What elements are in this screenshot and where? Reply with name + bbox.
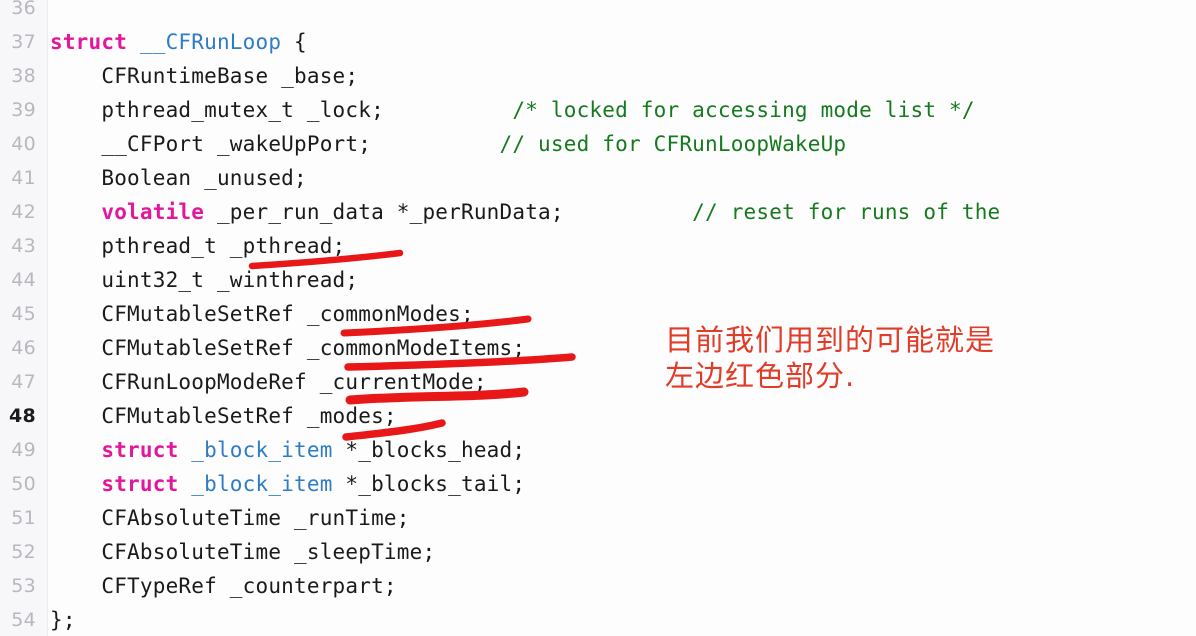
line-number: 44: [11, 269, 36, 291]
note-line: 目前我们用到的可能就是: [665, 323, 996, 357]
code-line-text: CFMutableSetRef _commonModes;: [50, 297, 474, 331]
code-line[interactable]: 38 CFRuntimeBase _base;: [0, 59, 1196, 93]
code-line-text: struct _block_item *_blocks_tail;: [50, 467, 525, 501]
code-line-text: __CFPort _wakeUpPort; // used for CFRunL…: [50, 127, 846, 161]
code-line[interactable]: 53 CFTypeRef _counterpart;: [0, 569, 1196, 603]
line-number: 54: [11, 609, 36, 631]
line-number: 50: [11, 473, 36, 495]
code-token-plain: __CFPort _wakeUpPort;: [50, 132, 500, 156]
code-token-plain: CFMutableSetRef _commonModeItems;: [50, 336, 526, 360]
code-line[interactable]: 39 pthread_mutex_t _lock; /* locked for …: [0, 93, 1196, 127]
code-line-text: pthread_mutex_t _lock; /* locked for acc…: [50, 93, 975, 127]
line-number: 45: [11, 303, 36, 325]
code-line[interactable]: 51 CFAbsoluteTime _runTime;: [0, 501, 1196, 535]
code-token-kw: struct: [50, 30, 128, 54]
code-token-comment: // reset for runs of the: [692, 200, 1001, 224]
code-line[interactable]: 45 CFMutableSetRef _commonModes;: [0, 297, 1196, 331]
code-token-plain: };: [50, 608, 76, 632]
code-line-text: CFMutableSetRef _modes;: [50, 399, 397, 433]
line-number: 36: [11, 0, 36, 19]
code-token-comment: /* locked for accessing mode list */: [512, 98, 975, 122]
code-line-text: struct __CFRunLoop {: [50, 25, 307, 59]
code-line-text: CFTypeRef _counterpart;: [50, 569, 397, 603]
line-number: 48: [8, 405, 36, 427]
line-number: 38: [11, 65, 36, 87]
code-line[interactable]: 44 uint32_t _winthread;: [0, 263, 1196, 297]
code-token-kw: struct: [101, 472, 179, 496]
code-line-text: volatile _per_run_data *_perRunData; // …: [50, 195, 1000, 229]
code-line-text: };: [50, 603, 76, 636]
code-token-plain: {: [281, 30, 307, 54]
line-number: 46: [11, 337, 36, 359]
line-number: 51: [11, 507, 36, 529]
code-token-type: _block_item: [191, 472, 333, 496]
code-surface[interactable]: 36 37 struct __CFRunLoop {38 CFRuntimeBase…: [0, 0, 1196, 636]
code-token-kw: volatile: [101, 200, 205, 224]
line-number: 37: [11, 31, 36, 53]
code-token-plain: CFMutableSetRef _modes;: [50, 404, 397, 428]
code-line[interactable]: 46 CFMutableSetRef _commonModeItems;: [0, 331, 1196, 365]
code-token-plain: _per_run_data *_perRunData;: [204, 200, 693, 224]
code-token-plain: uint32_t _winthread;: [50, 268, 359, 292]
code-token-plain: CFRuntimeBase _base;: [50, 64, 359, 88]
code-line[interactable]: 47 CFRunLoopModeRef _currentMode;: [0, 365, 1196, 399]
code-token-plain: CFRunLoopModeRef _currentMode;: [50, 370, 487, 394]
code-line[interactable]: 50 struct _block_item *_blocks_tail;: [0, 467, 1196, 501]
code-line-text: CFAbsoluteTime _runTime;: [50, 501, 410, 535]
line-number: 39: [11, 99, 36, 121]
code-line[interactable]: 36: [0, 0, 1196, 25]
line-number: 53: [11, 575, 36, 597]
handwritten-chinese-note: 目前我们用到的可能就是 左边红色部分.: [665, 322, 995, 394]
code-line-text: CFRuntimeBase _base;: [50, 59, 358, 93]
code-token-type: __CFRunLoop: [139, 30, 282, 54]
code-line-text: CFAbsoluteTime _sleepTime;: [50, 535, 435, 569]
line-number: 42: [11, 201, 36, 223]
code-line[interactable]: 48 CFMutableSetRef _modes;: [0, 399, 1196, 433]
code-line-text: CFMutableSetRef _commonModeItems;: [50, 331, 525, 365]
code-token-plain: CFTypeRef _counterpart;: [50, 574, 397, 598]
code-token-plain: CFMutableSetRef _commonModes;: [50, 302, 474, 326]
code-line[interactable]: 41 Boolean _unused;: [0, 161, 1196, 195]
code-line[interactable]: 40 __CFPort _wakeUpPort; // used for CFR…: [0, 127, 1196, 161]
code-token-kw: struct: [101, 438, 179, 462]
code-token-plain: *_blocks_head;: [332, 438, 526, 462]
code-line[interactable]: 52 CFAbsoluteTime _sleepTime;: [0, 535, 1196, 569]
line-number: 47: [11, 371, 36, 393]
code-line-text: Boolean _unused;: [50, 161, 307, 195]
code-token-plain: Boolean _unused;: [50, 166, 307, 190]
code-line-text: pthread_t _pthread;: [50, 229, 345, 263]
code-line-text: CFRunLoopModeRef _currentMode;: [50, 365, 487, 399]
code-line-text: uint32_t _winthread;: [50, 263, 358, 297]
code-line[interactable]: 49 struct _block_item *_blocks_head;: [0, 433, 1196, 467]
code-line[interactable]: 42 volatile _per_run_data *_perRunData; …: [0, 195, 1196, 229]
line-number: 43: [11, 235, 36, 257]
code-line[interactable]: 54};: [0, 603, 1196, 636]
line-number: 41: [11, 167, 36, 189]
code-token-type: _block_item: [191, 438, 333, 462]
note-line: 左边红色部分.: [665, 359, 856, 393]
code-token-plain: CFAbsoluteTime _sleepTime;: [50, 540, 436, 564]
code-token-plain: *_blocks_tail;: [332, 472, 526, 496]
code-line-text: struct _block_item *_blocks_head;: [50, 433, 525, 467]
code-token-plain: CFAbsoluteTime _runTime;: [50, 506, 410, 530]
code-token-plain: pthread_mutex_t _lock;: [50, 98, 513, 122]
code-token-comment: // used for CFRunLoopWakeUp: [499, 132, 847, 156]
line-number: 49: [11, 439, 36, 461]
code-editor-screenshot: 36 37 struct __CFRunLoop {38 CFRuntimeBase…: [0, 0, 1196, 636]
line-number: 40: [11, 133, 36, 155]
code-line[interactable]: 37 struct __CFRunLoop {: [0, 25, 1196, 59]
code-line[interactable]: 43 pthread_t _pthread;: [0, 229, 1196, 263]
line-number: 52: [11, 541, 36, 563]
code-token-plain: pthread_t _pthread;: [50, 234, 346, 258]
